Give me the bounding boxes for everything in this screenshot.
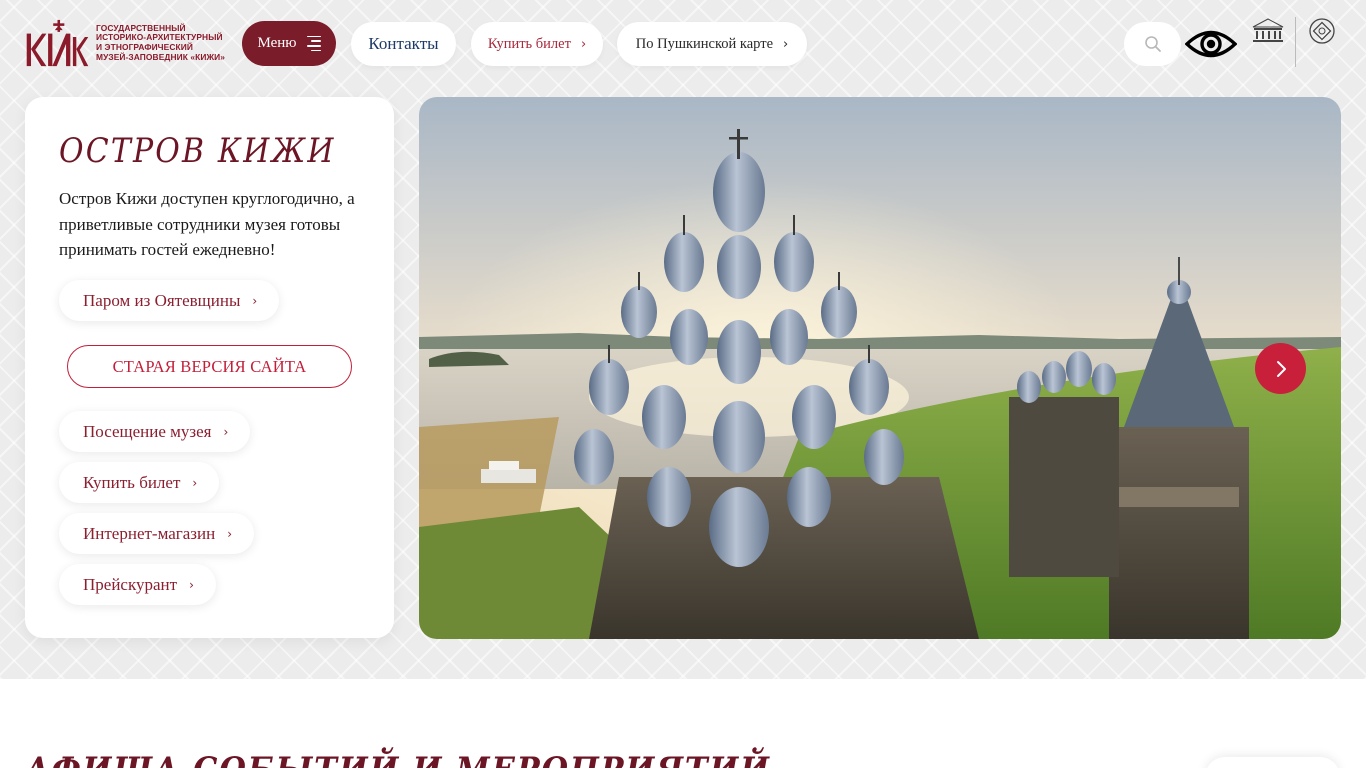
chevron-right-icon: › [227,526,233,541]
kizhi-logo-icon [26,19,89,67]
visit-museum-label: Посещение музея [83,421,212,441]
arrow-right-icon [1276,360,1286,377]
old-site-button[interactable]: СТАРАЯ ВЕРСИЯ САЙТА [67,345,352,388]
logo-line: музей-заповедник «Кижи» [96,51,225,62]
unesco-badge [1246,17,1344,71]
contacts-label: Контакты [368,34,439,53]
pushkin-card-label: По Пушкинской карте [635,35,774,52]
chevron-right-icon: › [783,36,789,52]
buy-ticket-label: Купить билет [487,35,571,52]
ferry-link[interactable]: Паром из Оятевщины › [59,280,280,321]
price-list-label: Прейскурант [83,574,178,594]
hamburger-icon [306,35,321,52]
chevron-right-icon: › [223,424,229,439]
online-shop-label: Интернет-магазин [83,523,216,543]
card-title: Остров Кижи [59,131,336,171]
search-icon [1144,36,1161,52]
buy-ticket-link[interactable]: Купить билет › [59,462,220,503]
world-heritage-icon [1309,18,1335,44]
museum-logo[interactable]: Государственный историко-архитектурный и… [25,14,225,72]
chevron-right-icon: › [580,36,587,52]
price-list-link[interactable]: Прейскурант › [59,564,216,605]
chevron-right-icon: › [192,475,198,490]
visit-museum-link[interactable]: Посещение музея › [59,411,251,452]
next-slide-button[interactable] [1255,343,1306,394]
logo-text: Государственный историко-архитектурный и… [96,23,225,62]
eye-icon[interactable] [1185,27,1237,61]
pushkin-card-button[interactable]: По Пушкинской карте › [617,22,807,66]
online-shop-link[interactable]: Интернет-магазин › [59,513,255,554]
events-heading: Афиша событий и мероприятий [25,750,771,768]
divider [1294,17,1296,67]
old-site-label: СТАРАЯ ВЕРСИЯ САЙТА [112,356,307,376]
world-heritage-emblem [1299,17,1344,71]
buy-ticket-button[interactable]: Купить билет › [471,22,603,66]
kizhi-church-photo [419,97,1341,639]
search-button[interactable] [1124,22,1181,66]
contacts-link[interactable]: Контакты [351,22,456,66]
unesco-temple-icon [1253,18,1284,42]
hero-slide-image [419,97,1341,639]
menu-button-label: Меню [257,35,297,51]
chevron-right-icon: › [252,293,258,308]
buy-ticket-link-label: Купить билет [83,472,181,492]
chevron-right-icon: › [189,577,194,592]
unesco-emblem [1246,17,1291,71]
island-info-card: Остров Кижи Остров Кижи доступен круглог… [25,97,394,638]
card-description: Остров Кижи доступен круглогодично, а пр… [59,189,355,259]
section-control[interactable] [1205,757,1340,768]
ferry-label: Паром из Оятевщины [83,290,241,310]
menu-button[interactable]: Меню [242,21,336,66]
